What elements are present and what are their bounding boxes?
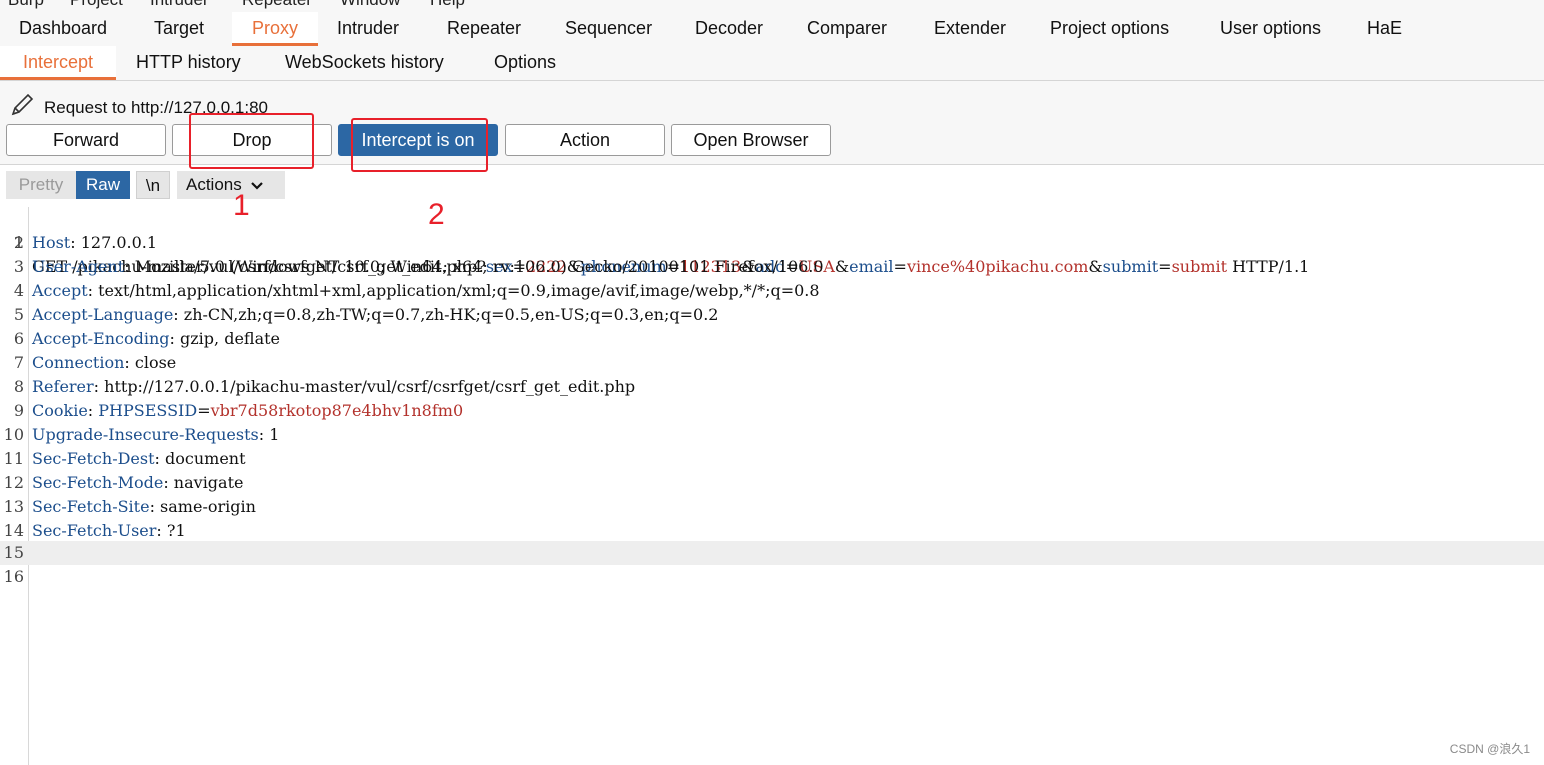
header-value: Mozilla/5.0 (Windows NT 10.0; Win64; x64…	[129, 257, 824, 276]
menu-repeater[interactable]: Repeater	[242, 0, 312, 10]
tab-websockets-history[interactable]: WebSockets history	[285, 46, 444, 78]
tab-http-history[interactable]: HTTP history	[136, 46, 241, 78]
tab-dashboard[interactable]: Dashboard	[19, 12, 107, 44]
header-name: Sec-Fetch-Mode	[32, 473, 164, 492]
code-line: 13 Sec-Fetch-Site: same-origin	[3, 497, 256, 516]
header-value: ?1	[161, 521, 186, 540]
annotation-number-1: 1	[233, 189, 250, 222]
annotation-number-2: 2	[428, 198, 445, 231]
open-browser-button[interactable]: Open Browser	[671, 124, 831, 156]
header-value: text/html,application/xhtml+xml,applicat…	[93, 281, 820, 300]
code-line: 11 Sec-Fetch-Dest: document	[3, 449, 246, 468]
tab-intruder[interactable]: Intruder	[337, 12, 399, 44]
code-line: 4 Accept: text/html,application/xhtml+xml…	[13, 281, 820, 300]
menu-intruder[interactable]: Intruder	[150, 0, 209, 10]
tab-options[interactable]: Options	[494, 46, 556, 78]
code-line: 6 Accept-Encoding: gzip, deflate	[13, 329, 281, 348]
tab-target[interactable]: Target	[154, 12, 204, 44]
cookie-value: vbr7d58rkotop87e4bhv1n8fm0	[210, 401, 464, 420]
tab-repeater[interactable]: Repeater	[447, 12, 521, 44]
code-line: 14 Sec-Fetch-User: ?1	[3, 521, 186, 540]
header-name: User-Agent	[32, 257, 125, 276]
newline-toggle-button[interactable]: \n	[136, 171, 170, 199]
menu-burp[interactable]: Burp	[8, 0, 44, 10]
tab-hae[interactable]: HaE	[1367, 12, 1402, 44]
tab-extender[interactable]: Extender	[934, 12, 1006, 44]
header-value: navigate	[168, 473, 244, 492]
header-name: Accept	[32, 281, 88, 300]
code-line: 16	[3, 567, 24, 586]
tab-proxy[interactable]: Proxy	[232, 12, 318, 46]
header-value: same-origin	[154, 497, 256, 516]
header-name: Host	[32, 233, 71, 252]
header-value: gzip, deflate	[174, 329, 281, 348]
annotation-box-drop	[189, 113, 314, 169]
tab-user-options[interactable]: User options	[1220, 12, 1321, 44]
tab-sequencer[interactable]: Sequencer	[565, 12, 652, 44]
header-value: document	[159, 449, 246, 468]
proxy-sub-tab-bar: Intercept HTTP history WebSockets histor…	[0, 46, 1544, 81]
pencil-icon[interactable]	[10, 93, 36, 124]
header-value: http://127.0.0.1/pikachu-master/vul/csrf…	[99, 377, 636, 396]
pretty-mode-button[interactable]: Pretty	[6, 171, 76, 199]
cookie-name: PHPSESSID	[98, 401, 198, 420]
header-name: Referer	[32, 377, 94, 396]
action-button[interactable]: Action	[505, 124, 665, 156]
tab-intercept[interactable]: Intercept	[0, 46, 116, 80]
code-line: 9 Cookie: PHPSESSID=vbr7d58rkotop87e4bhv1…	[13, 401, 464, 420]
forward-button[interactable]: Forward	[6, 124, 166, 156]
code-line: 5 Accept-Language: zh-CN,zh;q=0.8,zh-TW;q…	[13, 305, 719, 324]
code-line: 7 Connection: close	[13, 353, 177, 372]
watermark: CSDN @浪久1	[1449, 742, 1530, 756]
menu-project[interactable]: Project	[70, 0, 123, 10]
menu-help[interactable]: Help	[430, 0, 465, 10]
code-line: 2 Host: 127.0.0.1	[13, 233, 158, 252]
header-name: Upgrade-Insecure-Requests	[32, 425, 259, 444]
header-name: Sec-Fetch-Site	[32, 497, 150, 516]
tab-project-options[interactable]: Project options	[1050, 12, 1169, 44]
header-value: close	[129, 353, 177, 372]
raw-mode-button[interactable]: Raw	[76, 171, 130, 199]
tab-decoder[interactable]: Decoder	[695, 12, 763, 44]
header-name: Cookie	[32, 401, 88, 420]
annotation-box-intercept	[351, 118, 488, 172]
tab-comparer[interactable]: Comparer	[807, 12, 887, 44]
header-name: Connection	[32, 353, 125, 372]
code-line: 1 GET /pikachu-master/vul/csrf/csrfget/c…	[13, 233, 1310, 276]
header-value: 1	[264, 425, 280, 444]
chevron-down-icon	[250, 172, 264, 200]
actions-dropdown[interactable]: Actions	[177, 171, 285, 199]
code-line: 3 User-Agent: Mozilla/5.0 (Windows NT 10.…	[13, 257, 824, 276]
header-name: Accept-Language	[32, 305, 174, 324]
menu-bar: Burp Project Intruder Repeater Window He…	[0, 0, 1544, 12]
code-line: 12 Sec-Fetch-Mode: navigate	[3, 473, 244, 492]
header-name: Sec-Fetch-Dest	[32, 449, 155, 468]
editor-mode-bar: Pretty Raw \n Actions	[0, 165, 1544, 203]
request-editor[interactable]: 1 GET /pikachu-master/vul/csrf/csrfget/c…	[0, 207, 1544, 765]
code-line: 8 Referer: http://127.0.0.1/pikachu-maste…	[13, 377, 636, 396]
main-tab-bar: Dashboard Target Proxy Intruder Repeater…	[0, 12, 1544, 47]
header-value: zh-CN,zh;q=0.8,zh-TW;q=0.7,zh-HK;q=0.5,e…	[178, 305, 719, 324]
code-line: 10 Upgrade-Insecure-Requests: 1	[3, 425, 280, 444]
menu-window[interactable]: Window	[340, 0, 400, 10]
code-line-current: 15	[0, 541, 1544, 565]
header-name: Sec-Fetch-User	[32, 521, 157, 540]
header-name: Accept-Encoding	[32, 329, 170, 348]
header-value: 127.0.0.1	[75, 233, 158, 252]
